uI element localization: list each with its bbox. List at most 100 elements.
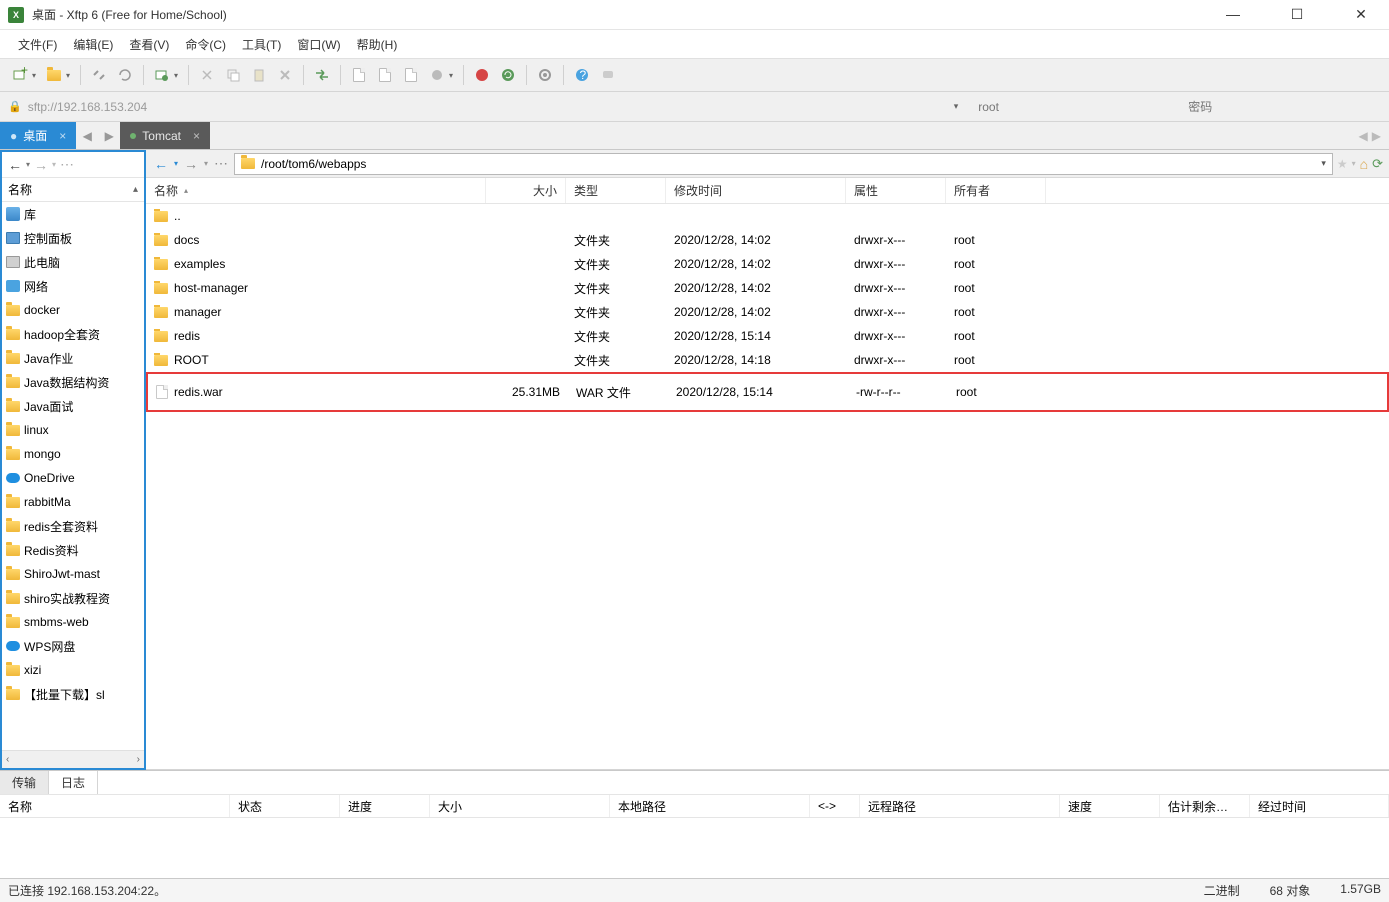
local-item[interactable]: Redis资料 (2, 538, 144, 562)
address-url[interactable]: sftp://192.168.153.204 (28, 100, 948, 114)
menu-file[interactable]: 文件(F) (12, 34, 63, 55)
tab-next-icon[interactable]: ▶ (98, 122, 120, 149)
local-item[interactable]: hadoop全套资 (2, 322, 144, 346)
remote-up-icon[interactable]: ⋯ (212, 155, 230, 172)
local-item[interactable]: 网络 (2, 274, 144, 298)
col-size[interactable]: 大小 (486, 178, 566, 203)
scroll-left-icon[interactable]: ‹ (6, 754, 9, 765)
doc3-icon[interactable] (399, 63, 423, 87)
path-dropdown-icon[interactable]: ▾ (1321, 158, 1326, 169)
scroll-right-icon[interactable]: › (137, 754, 140, 765)
tab-scroll-left-icon[interactable]: ◀ (1359, 129, 1368, 143)
settings-icon[interactable] (533, 63, 557, 87)
tab-tomcat[interactable]: Tomcat × (120, 122, 210, 149)
tab-scroll-right-icon[interactable]: ▶ (1372, 129, 1381, 143)
xfer-col-speed[interactable]: 速度 (1060, 795, 1160, 817)
xfer-col-name[interactable]: 名称 (0, 795, 230, 817)
local-back-icon[interactable]: ← (6, 157, 24, 173)
address-dropdown-icon[interactable]: ▾ (954, 101, 959, 112)
local-item[interactable]: mongo (2, 442, 144, 466)
local-item[interactable]: 控制面板 (2, 226, 144, 250)
link-icon[interactable] (87, 63, 111, 87)
menu-window[interactable]: 窗口(W) (291, 34, 346, 55)
doc1-icon[interactable] (347, 63, 371, 87)
tab-tomcat-close-icon[interactable]: × (193, 129, 200, 143)
xshell-icon[interactable] (470, 63, 494, 87)
local-item[interactable]: shiro实战教程资 (2, 586, 144, 610)
remote-back-icon[interactable]: ← (152, 156, 170, 172)
col-owner[interactable]: 所有者 (946, 178, 1046, 203)
xfer-col-local[interactable]: 本地路径 (610, 795, 810, 817)
menu-edit[interactable]: 编辑(E) (67, 34, 119, 55)
menu-command[interactable]: 命令(C) (179, 34, 232, 55)
local-item[interactable]: xizi (2, 658, 144, 682)
remote-file-list[interactable]: .. docs 文件夹 2020/12/28, 14:02 drwxr-x---… (146, 204, 1389, 769)
local-item[interactable]: 此电脑 (2, 250, 144, 274)
refresh-icon[interactable]: ⟳ (1372, 156, 1383, 172)
local-item[interactable]: Java面试 (2, 394, 144, 418)
col-name[interactable]: 名称 (146, 178, 486, 203)
home-icon[interactable]: ⌂ (1360, 156, 1368, 172)
col-type[interactable]: 类型 (566, 178, 666, 203)
local-item[interactable]: rabbitMa (2, 490, 144, 514)
local-item[interactable]: Java作业 (2, 346, 144, 370)
stop-icon[interactable] (425, 63, 449, 87)
remote-row[interactable]: ROOT 文件夹 2020/12/28, 14:18 drwxr-x--- ro… (146, 348, 1389, 372)
tab-transfer[interactable]: 传输 (0, 771, 49, 794)
col-attr[interactable]: 属性 (846, 178, 946, 203)
username-input[interactable] (978, 96, 1168, 118)
local-item[interactable]: Java数据结构资 (2, 370, 144, 394)
close-button[interactable]: ✕ (1341, 6, 1381, 23)
new-session-icon[interactable]: + (8, 63, 32, 87)
tab-desktop-close-icon[interactable]: × (59, 129, 66, 143)
tab-desktop[interactable]: ● 桌面 × (0, 122, 76, 149)
remote-row[interactable]: manager 文件夹 2020/12/28, 14:02 drwxr-x---… (146, 300, 1389, 324)
remote-path-input[interactable]: /root/tom6/webapps ▾ (234, 153, 1333, 175)
remote-row[interactable]: host-manager 文件夹 2020/12/28, 14:02 drwxr… (146, 276, 1389, 300)
open-icon[interactable] (42, 63, 66, 87)
paste-icon[interactable] (247, 63, 271, 87)
remote-forward-icon[interactable]: → (182, 156, 200, 172)
new-folder-icon[interactable] (150, 63, 174, 87)
xfer-col-status[interactable]: 状态 (230, 795, 340, 817)
remote-row[interactable]: docs 文件夹 2020/12/28, 14:02 drwxr-x--- ro… (146, 228, 1389, 252)
menu-help[interactable]: 帮助(H) (351, 34, 404, 55)
remote-row[interactable]: redis.war 25.31MB WAR 文件 2020/12/28, 15:… (146, 372, 1389, 412)
tab-log[interactable]: 日志 (49, 771, 98, 794)
local-item[interactable]: 【批量下载】sl (2, 682, 144, 706)
help-icon[interactable]: ? (570, 63, 594, 87)
cut-icon[interactable] (195, 63, 219, 87)
local-forward-icon[interactable]: → (32, 157, 50, 173)
remote-row[interactable]: examples 文件夹 2020/12/28, 14:02 drwxr-x--… (146, 252, 1389, 276)
xfer-col-eta[interactable]: 估计剩余… (1160, 795, 1250, 817)
xfer-col-progress[interactable]: 进度 (340, 795, 430, 817)
menu-view[interactable]: 查看(V) (123, 34, 175, 55)
maximize-button[interactable]: ☐ (1277, 6, 1317, 23)
local-scrollbar[interactable]: ‹ › (2, 750, 144, 768)
xfer-col-elapsed[interactable]: 经过时间 (1250, 795, 1389, 817)
local-item[interactable]: ShiroJwt-mast (2, 562, 144, 586)
tab-prev-icon[interactable]: ◀ (76, 122, 98, 149)
xfer-col-arrow[interactable]: <-> (810, 795, 860, 817)
local-item[interactable]: docker (2, 298, 144, 322)
xfer-col-remote[interactable]: 远程路径 (860, 795, 1060, 817)
transfer-icon[interactable] (310, 63, 334, 87)
delete-icon[interactable] (273, 63, 297, 87)
local-item[interactable]: WPS网盘 (2, 634, 144, 658)
password-input[interactable] (1188, 96, 1348, 118)
minimize-button[interactable]: — (1213, 6, 1253, 23)
doc2-icon[interactable] (373, 63, 397, 87)
col-date[interactable]: 修改时间 (666, 178, 846, 203)
menu-tool[interactable]: 工具(T) (236, 34, 287, 55)
local-up-icon[interactable]: ⋯ (58, 156, 76, 173)
bookmark-icon[interactable]: ★ (1337, 157, 1348, 171)
sync-icon[interactable] (496, 63, 520, 87)
local-item[interactable]: 库 (2, 202, 144, 226)
remote-row[interactable]: .. (146, 204, 1389, 228)
xfer-col-size[interactable]: 大小 (430, 795, 610, 817)
local-item[interactable]: OneDrive (2, 466, 144, 490)
local-item[interactable]: redis全套资料 (2, 514, 144, 538)
remote-row[interactable]: redis 文件夹 2020/12/28, 15:14 drwxr-x--- r… (146, 324, 1389, 348)
local-item[interactable]: linux (2, 418, 144, 442)
copy-icon[interactable] (221, 63, 245, 87)
